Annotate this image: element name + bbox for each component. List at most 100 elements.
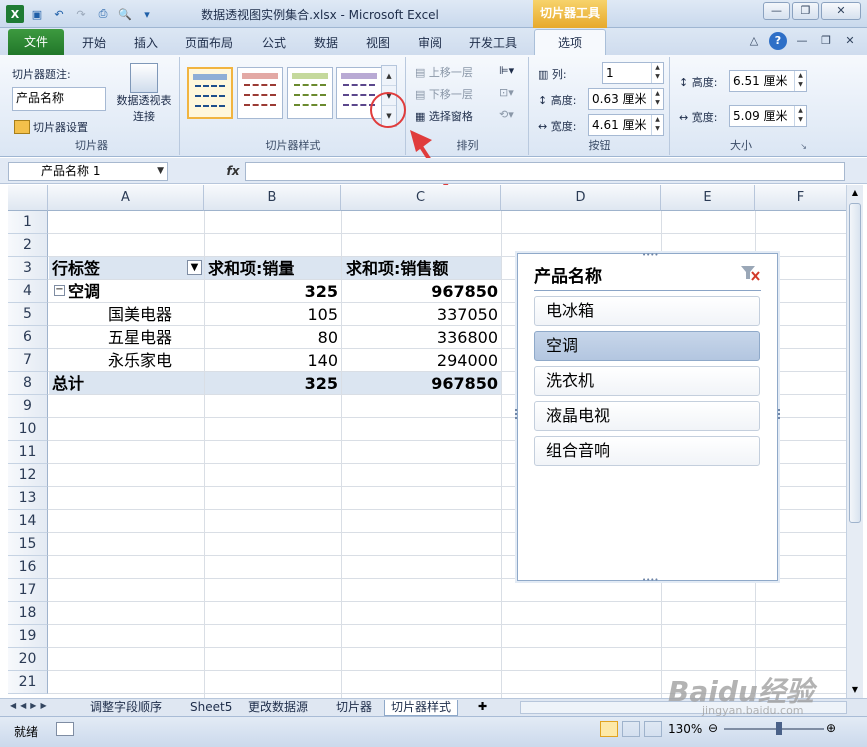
normal-view-icon[interactable] bbox=[600, 721, 618, 737]
name-box-dropdown-icon[interactable]: ▼ bbox=[157, 163, 164, 180]
tab-options[interactable]: 选项 bbox=[534, 29, 606, 56]
slicer-height-spinner-icon[interactable]: ▲ ▼ bbox=[794, 71, 806, 91]
column-header[interactable]: F bbox=[755, 185, 846, 211]
row-header[interactable]: 16 bbox=[8, 556, 48, 579]
resize-handle-right-icon[interactable] bbox=[776, 409, 780, 419]
formula-input[interactable] bbox=[245, 162, 845, 181]
macro-record-icon[interactable] bbox=[56, 722, 74, 736]
tab-home[interactable]: 开始 bbox=[70, 32, 118, 55]
sheet-tab[interactable]: 调整字段顺序 bbox=[84, 700, 168, 716]
column-header[interactable]: D bbox=[501, 185, 661, 211]
slicer-style-blue[interactable] bbox=[187, 67, 233, 119]
workbook-restore-icon[interactable]: ❐ bbox=[817, 32, 835, 50]
row-header[interactable]: 7 bbox=[8, 349, 48, 372]
close-button[interactable]: ✕ bbox=[821, 2, 861, 20]
slicer-item[interactable]: 组合音响 bbox=[534, 436, 760, 466]
zoom-level[interactable]: 130% bbox=[668, 722, 702, 736]
sheet-tab[interactable]: 切片器 bbox=[330, 700, 378, 716]
slicer-item[interactable]: 电冰箱 bbox=[534, 296, 760, 326]
slicer-width-spinner-icon[interactable]: ▲ ▼ bbox=[794, 106, 806, 126]
row-header[interactable]: 11 bbox=[8, 441, 48, 464]
tab-formulas[interactable]: 公式 bbox=[250, 32, 298, 55]
row-header[interactable]: 8 bbox=[8, 372, 48, 395]
slicer-width-input[interactable]: 5.09 厘米 ▲ ▼ bbox=[729, 105, 807, 127]
row-header[interactable]: 4 bbox=[8, 280, 48, 303]
workbook-minimize-icon[interactable]: — bbox=[793, 32, 811, 50]
collapse-icon[interactable]: − bbox=[54, 285, 65, 296]
select-all-corner[interactable] bbox=[8, 185, 48, 211]
zoom-slider-thumb[interactable] bbox=[776, 722, 782, 735]
slicer-style-green[interactable] bbox=[287, 67, 333, 119]
bring-forward-button[interactable]: ▤ 上移一层 bbox=[415, 64, 473, 80]
sheet-tab-active[interactable]: 切片器样式 bbox=[384, 700, 459, 716]
row-header[interactable]: 15 bbox=[8, 533, 48, 556]
group-icon[interactable]: ⊡▾ bbox=[499, 86, 514, 99]
row-header[interactable]: 1 bbox=[8, 211, 48, 234]
scroll-up-icon[interactable]: ▲ bbox=[847, 185, 863, 201]
page-layout-view-icon[interactable] bbox=[622, 721, 640, 737]
resize-handle-top-icon[interactable]: •••• bbox=[642, 251, 659, 259]
sheet-nav-icon[interactable]: ◀◀▶▶ bbox=[10, 701, 51, 710]
slicer-caption-input[interactable]: 产品名称 bbox=[12, 87, 106, 111]
button-height-spinner-icon[interactable]: ▲ ▼ bbox=[651, 89, 663, 109]
row-header[interactable]: 13 bbox=[8, 487, 48, 510]
workbook-close-icon[interactable]: ✕ bbox=[841, 32, 859, 50]
slicer-item-selected[interactable]: 空调 bbox=[534, 331, 760, 361]
row-header[interactable]: 5 bbox=[8, 303, 48, 326]
insert-function-icon[interactable]: fx bbox=[222, 162, 244, 181]
button-width-spinner-icon[interactable]: ▲ ▼ bbox=[651, 115, 663, 135]
slicer-height-input[interactable]: 6.51 厘米 ▲ ▼ bbox=[729, 70, 807, 92]
columns-spinner-icon[interactable]: ▲ ▼ bbox=[651, 63, 663, 83]
tab-review[interactable]: 审阅 bbox=[406, 32, 454, 55]
tab-data[interactable]: 数据 bbox=[302, 32, 350, 55]
row-header[interactable]: 12 bbox=[8, 464, 48, 487]
zoom-in-icon[interactable]: ⊕ bbox=[826, 721, 836, 735]
help-icon[interactable]: ? bbox=[769, 32, 787, 50]
row-header[interactable]: 18 bbox=[8, 602, 48, 625]
sheet-tab[interactable]: Sheet5 bbox=[184, 700, 238, 716]
name-box[interactable]: 产品名称 1 ▼ bbox=[8, 162, 168, 181]
selection-pane-button[interactable]: ▦ 选择窗格 bbox=[415, 108, 473, 124]
size-dialog-launcher-icon[interactable]: ↘ bbox=[800, 142, 807, 151]
row-header[interactable]: 20 bbox=[8, 648, 48, 671]
button-width-input[interactable]: 4.61 厘米 ▲ ▼ bbox=[588, 114, 664, 136]
minimize-button[interactable]: — bbox=[763, 2, 790, 20]
slicer-item[interactable]: 洗衣机 bbox=[534, 366, 760, 396]
row-header[interactable]: 2 bbox=[8, 234, 48, 257]
vertical-scrollbar[interactable]: ▲ ▼ bbox=[846, 185, 863, 698]
row-header[interactable]: 14 bbox=[8, 510, 48, 533]
button-height-input[interactable]: 0.63 厘米 ▲ ▼ bbox=[588, 88, 664, 110]
pivot-connections-button[interactable]: 数据透视表 连接 bbox=[114, 61, 174, 131]
column-header[interactable]: B bbox=[204, 185, 341, 211]
slicer-settings-button[interactable]: 切片器设置 bbox=[14, 119, 88, 135]
tab-developer[interactable]: 开发工具 bbox=[460, 32, 526, 55]
zoom-out-icon[interactable]: ⊖ bbox=[708, 721, 718, 735]
row-header[interactable]: 19 bbox=[8, 625, 48, 648]
row-header[interactable]: 10 bbox=[8, 418, 48, 441]
resize-handle-bottom-icon[interactable]: •••• bbox=[642, 576, 659, 584]
row-header[interactable]: 21 bbox=[8, 671, 48, 694]
clear-filter-icon[interactable] bbox=[739, 264, 761, 282]
column-header[interactable]: A bbox=[48, 185, 204, 211]
rotate-icon[interactable]: ⟲▾ bbox=[499, 108, 514, 121]
send-backward-button[interactable]: ▤ 下移一层 bbox=[415, 86, 473, 102]
row-header[interactable]: 6 bbox=[8, 326, 48, 349]
row-header[interactable]: 9 bbox=[8, 395, 48, 418]
slicer-panel[interactable]: 产品名称 电冰箱 空调 洗衣机 液晶电视 组合音响 •••• •••• bbox=[515, 251, 780, 584]
align-icon[interactable]: ⊫▾ bbox=[499, 64, 514, 77]
slicer-item[interactable]: 液晶电视 bbox=[534, 401, 760, 431]
zoom-slider[interactable] bbox=[724, 728, 824, 730]
row-header[interactable]: 3 bbox=[8, 257, 48, 280]
gallery-up-icon[interactable]: ▲ bbox=[382, 66, 396, 86]
minimize-ribbon-icon[interactable]: △ bbox=[745, 32, 763, 50]
filter-dropdown-icon[interactable]: ▼ bbox=[187, 260, 202, 275]
columns-input[interactable]: 1 ▲ ▼ bbox=[602, 62, 664, 84]
scroll-thumb[interactable] bbox=[849, 203, 861, 523]
tab-page-layout[interactable]: 页面布局 bbox=[176, 32, 242, 55]
tab-file[interactable]: 文件 bbox=[8, 29, 64, 55]
new-sheet-icon[interactable]: ✚ bbox=[478, 700, 487, 713]
page-break-view-icon[interactable] bbox=[644, 721, 662, 737]
row-header[interactable]: 17 bbox=[8, 579, 48, 602]
tab-view[interactable]: 视图 bbox=[354, 32, 402, 55]
column-header[interactable]: C bbox=[341, 185, 501, 211]
